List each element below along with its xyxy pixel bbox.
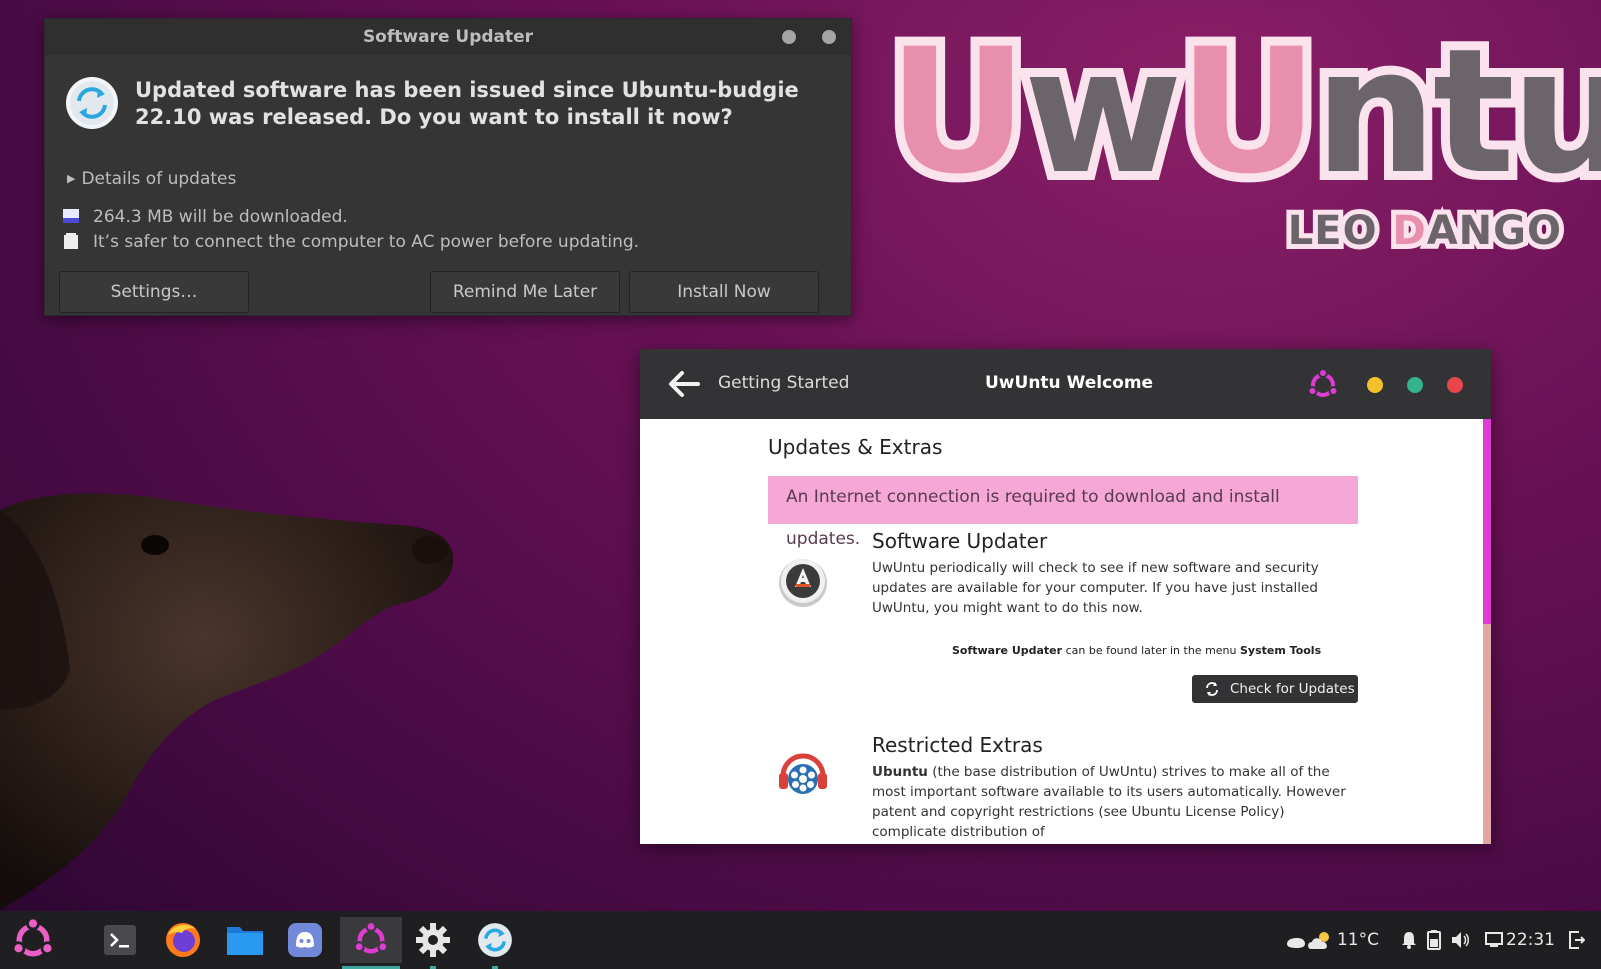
close-button[interactable] — [1447, 377, 1463, 393]
check-for-updates-button[interactable]: Check for Updates — [1192, 675, 1358, 703]
logout-button[interactable] — [1569, 931, 1585, 949]
discord-launcher[interactable] — [280, 917, 330, 963]
notifications-button[interactable] — [1401, 931, 1417, 949]
scrollbar-thumb[interactable] — [1483, 419, 1491, 624]
software-updater-launcher[interactable] — [470, 917, 520, 969]
software-updater-title: Software Updater — [872, 529, 1048, 553]
weather-temperature: 11°C — [1336, 930, 1379, 950]
software-updater-icon — [478, 923, 512, 957]
restricted-extras-title: Restricted Extras — [872, 733, 1043, 757]
files-launcher[interactable] — [220, 917, 270, 963]
restricted-extras-icon — [779, 753, 827, 794]
settings-launcher[interactable] — [408, 917, 458, 969]
battery-icon — [64, 233, 78, 249]
power-notice-text: It’s safer to connect the computer to AC… — [93, 232, 640, 252]
check-for-updates-label: Check for Updates — [1230, 681, 1355, 697]
software-updater-description: UwUntu periodically will check to see if… — [872, 560, 1319, 616]
install-now-button[interactable]: Install Now — [629, 271, 819, 313]
welcome-headerbar[interactable]: Getting Started UwUntu Welcome — [640, 349, 1491, 419]
battery-icon — [1427, 930, 1441, 950]
firefox-icon — [166, 923, 200, 957]
section-heading: Updates & Extras — [768, 435, 943, 459]
system-tray: 11°C 22:31 — [1275, 911, 1585, 969]
software-updater-app-icon — [779, 559, 827, 607]
discord-icon — [288, 923, 322, 957]
window-title: UwUntu Welcome — [985, 373, 1154, 393]
volume-control[interactable] — [1451, 931, 1471, 949]
software-updater-note: Software Updater can be found later in t… — [952, 644, 1322, 657]
bell-icon — [1402, 932, 1416, 949]
uwuntu-welcome-icon — [353, 922, 389, 954]
firefox-launcher[interactable] — [158, 917, 208, 963]
download-disk-icon — [63, 209, 79, 223]
weather-applet[interactable]: 11°C — [1285, 929, 1379, 951]
settings-icon — [416, 923, 450, 957]
remind-me-later-button[interactable]: Remind Me Later — [430, 271, 620, 313]
updater-title: Software Updater — [362, 27, 534, 47]
files-icon — [227, 927, 263, 955]
ubuntu-logo-icon — [1307, 369, 1339, 397]
details-expander[interactable]: ▶ Details of updates — [67, 169, 236, 189]
wallpaper-logo-subtitle: LEO DANGO — [1283, 203, 1566, 259]
breadcrumb[interactable]: Getting Started — [718, 373, 849, 393]
internet-alert-banner: An Internet connection is required to do… — [768, 476, 1358, 549]
download-size-row: 264.3 MB will be downloaded. — [63, 207, 348, 227]
close-button[interactable] — [822, 30, 836, 44]
power-notice-row: It’s safer to connect the computer to AC… — [63, 232, 639, 252]
updater-headline: Updated software has been issued since U… — [135, 78, 799, 129]
minimize-button[interactable] — [782, 30, 796, 44]
clock-time: 22:31 — [1506, 930, 1555, 950]
updater-titlebar[interactable]: Software Updater — [45, 19, 851, 55]
minimize-button[interactable] — [1367, 377, 1383, 393]
terminal-launcher[interactable] — [95, 917, 145, 963]
back-arrow-icon[interactable] — [666, 369, 700, 399]
software-updater-dialog: Software Updater Updated software has be… — [44, 18, 852, 316]
maximize-button[interactable] — [1407, 377, 1423, 393]
mouse-icon — [1286, 938, 1305, 948]
bottom-panel: 11°C 22:31 — [0, 911, 1601, 969]
battery-indicator[interactable] — [1427, 930, 1441, 950]
download-size-text: 264.3 MB will be downloaded. — [93, 207, 348, 227]
display-icon — [1485, 932, 1503, 947]
software-updater-icon — [66, 77, 118, 129]
settings-button[interactable]: Settings… — [59, 271, 249, 313]
expander-arrow-icon: ▶ — [67, 172, 76, 185]
terminal-icon — [104, 925, 136, 955]
refresh-icon — [1206, 682, 1218, 696]
ubuntu-menu-icon — [11, 918, 55, 957]
volume-icon — [1452, 932, 1469, 948]
welcome-window: Getting Started UwUntu Welcome Updates &… — [640, 349, 1491, 844]
logout-icon — [1569, 931, 1585, 949]
restricted-extras-description: Ubuntu (the base distribution of UwUntu)… — [872, 764, 1346, 840]
cloudy-weather-icon — [1308, 932, 1329, 949]
details-label: Details of updates — [81, 169, 237, 189]
uwuntu-welcome-launcher[interactable] — [340, 917, 402, 969]
wallpaper-logo: UwUntu LEO DANGO — [879, 13, 1601, 260]
wallpaper-logo-word: UwUntu — [879, 11, 1601, 212]
dog-image — [0, 493, 454, 910]
ubuntu-menu-button[interactable] — [8, 917, 58, 963]
clock-applet[interactable]: 22:31 — [1485, 930, 1555, 950]
